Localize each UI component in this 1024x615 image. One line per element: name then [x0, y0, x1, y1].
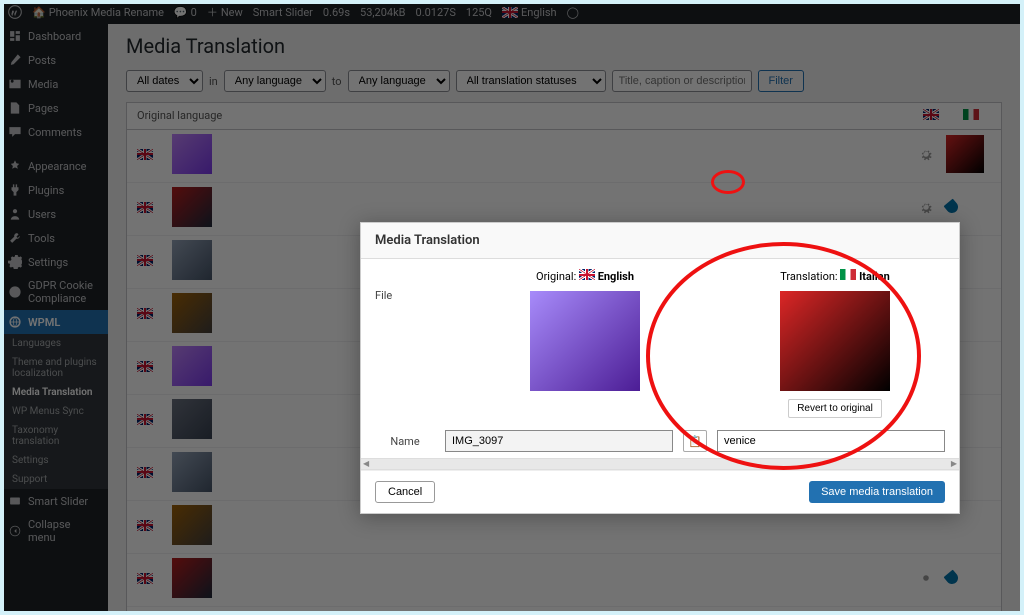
media-translation-modal: Media Translation File Original: English… — [360, 222, 960, 514]
cancel-button[interactable]: Cancel — [375, 481, 435, 503]
save-button[interactable]: Save media translation — [809, 481, 945, 503]
modal-scrollbar[interactable] — [361, 458, 959, 470]
translation-column: Translation: Italian Revert to original — [725, 269, 945, 418]
original-name-input — [445, 430, 673, 452]
modal-title: Media Translation — [361, 223, 959, 259]
original-column: Original: English — [475, 269, 695, 418]
translation-name-input[interactable] — [717, 430, 945, 452]
copy-button[interactable]: 📋 — [683, 430, 707, 452]
file-label: File — [375, 269, 445, 418]
translation-preview — [780, 291, 890, 391]
it-flag-icon — [840, 269, 856, 280]
uk-flag-icon — [579, 269, 595, 280]
original-preview — [530, 291, 640, 391]
name-label: Name — [375, 435, 435, 448]
revert-button[interactable]: Revert to original — [788, 399, 882, 418]
